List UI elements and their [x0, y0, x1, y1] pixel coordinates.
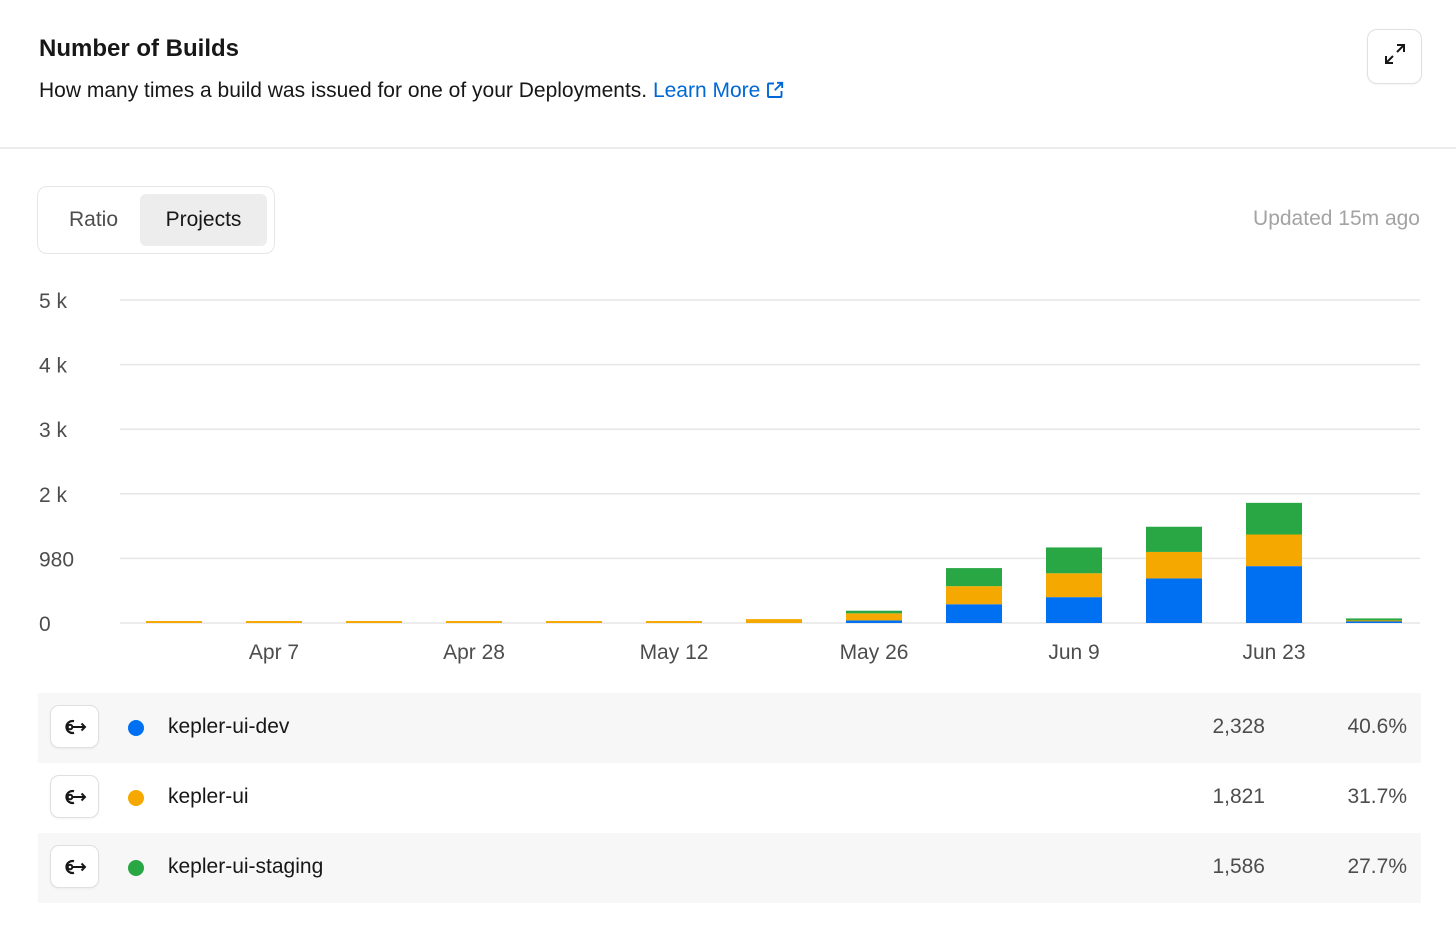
bar-segment-kepler-ui[interactable]: [446, 621, 502, 623]
bar-segment-kepler-ui-staging[interactable]: [1146, 526, 1202, 552]
project-percent: 40.6%: [1347, 715, 1407, 738]
project-name: kepler-ui-staging: [168, 855, 324, 878]
project-legend: kepler-ui-dev 2,328 40.6% kepler-ui 1,82…: [38, 693, 1421, 903]
legend-row-kepler-ui-dev[interactable]: kepler-ui-dev 2,328 40.6%: [38, 693, 1421, 763]
description: How many times a build was issued for on…: [39, 79, 784, 103]
bar-segment-kepler-ui[interactable]: [346, 621, 402, 623]
x-tick-label: May 26: [840, 641, 909, 664]
bar-segment-kepler-ui-dev[interactable]: [1146, 578, 1202, 623]
description-text: How many times a build was issued for on…: [39, 79, 648, 102]
project-count: 1,586: [1212, 855, 1265, 878]
bar-segment-kepler-ui-dev[interactable]: [1246, 566, 1302, 623]
bar-segment-kepler-ui[interactable]: [1246, 534, 1302, 567]
legend-dot: [128, 790, 144, 806]
bar-segment-kepler-ui-dev[interactable]: [846, 620, 902, 623]
bar-segment-kepler-ui[interactable]: [1146, 551, 1202, 579]
page-title: Number of Builds: [39, 35, 240, 62]
y-tick-label: 3 k: [39, 419, 68, 442]
x-tick-label: Jun 9: [1048, 641, 1099, 664]
project-name: kepler-ui: [168, 785, 249, 808]
chart-header: Number of Builds How many times a build …: [0, 0, 1456, 149]
y-tick-label: 4 k: [39, 355, 68, 378]
updated-timestamp: Updated 15m ago: [1253, 207, 1420, 230]
learn-more-link[interactable]: Learn More: [653, 79, 784, 102]
bar-segment-kepler-ui[interactable]: [1046, 573, 1102, 598]
legend-row-kepler-ui[interactable]: kepler-ui 1,821 31.7%: [38, 763, 1421, 833]
project-count: 2,328: [1212, 715, 1265, 738]
view-toggle: Ratio Projects: [37, 186, 275, 254]
y-tick-label: 0: [39, 613, 51, 636]
bar-segment-kepler-ui[interactable]: [246, 621, 302, 623]
x-tick-label: Apr 28: [443, 641, 505, 664]
project-icon[interactable]: [50, 705, 99, 748]
project-percent: 31.7%: [1347, 785, 1407, 808]
project-percent: 27.7%: [1347, 855, 1407, 878]
project-icon[interactable]: [50, 775, 99, 818]
bar-segment-kepler-ui[interactable]: [746, 619, 802, 623]
toggle-projects[interactable]: Projects: [140, 194, 267, 246]
bar-segment-kepler-ui-staging[interactable]: [1246, 502, 1302, 535]
project-name: kepler-ui-dev: [168, 715, 290, 738]
x-tick-label: May 12: [640, 641, 709, 664]
bar-segment-kepler-ui-staging[interactable]: [1046, 547, 1102, 574]
bar-segment-kepler-ui[interactable]: [846, 613, 902, 621]
bar-segment-kepler-ui-staging[interactable]: [846, 610, 902, 614]
legend-row-kepler-ui-staging[interactable]: kepler-ui-staging 1,586 27.7%: [38, 833, 1421, 903]
project-icon[interactable]: [50, 845, 99, 888]
bar-segment-kepler-ui-staging[interactable]: [946, 568, 1002, 587]
learn-more-label[interactable]: Learn More: [653, 79, 760, 102]
bar-segment-kepler-ui[interactable]: [646, 621, 702, 623]
bar-segment-kepler-ui-staging[interactable]: [1346, 618, 1402, 621]
bar-segment-kepler-ui-dev[interactable]: [946, 604, 1002, 623]
x-tick-label: Apr 7: [249, 641, 299, 664]
bar-segment-kepler-ui[interactable]: [146, 621, 202, 623]
builds-chart: 0 980 2 k 3 k 4 k 5 k Apr 7 Apr 28 May 12 May 26…: [39, 290, 1420, 664]
bar-segment-kepler-ui-dev[interactable]: [1046, 597, 1102, 623]
expand-button[interactable]: [1367, 29, 1422, 84]
bar-segment-kepler-ui[interactable]: [546, 621, 602, 623]
expand-icon: [1383, 42, 1407, 71]
y-tick-label: 2 k: [39, 484, 68, 507]
legend-dot: [128, 720, 144, 736]
x-tick-label: Jun 23: [1242, 641, 1305, 664]
bar-segment-kepler-ui[interactable]: [946, 586, 1002, 605]
y-tick-label: 5 k: [39, 290, 68, 313]
y-tick-label: 980: [39, 548, 74, 571]
external-link-icon[interactable]: [766, 81, 784, 99]
toggle-ratio[interactable]: Ratio: [48, 194, 139, 246]
project-count: 1,821: [1212, 785, 1265, 808]
legend-dot: [128, 860, 144, 876]
